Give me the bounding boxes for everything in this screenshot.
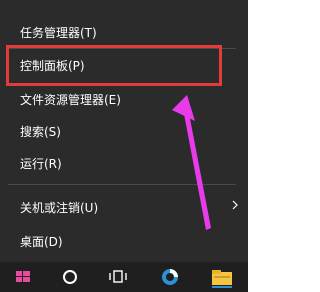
task-view-icon[interactable]: [98, 262, 138, 292]
file-explorer-icon[interactable]: [202, 262, 242, 292]
menu-item-shutdown-signout[interactable]: 关机或注销(U): [20, 197, 98, 219]
screenshot-stage: 任务管理器(T) 控制面板(P) 文件资源管理器(E) 搜索(S) 运行(R) …: [0, 0, 248, 292]
menu-item-task-manager[interactable]: 任务管理器(T): [20, 22, 97, 44]
cortana-circle-icon[interactable]: [51, 262, 91, 292]
menu-item-desktop[interactable]: 桌面(D): [20, 231, 63, 253]
browser-icon[interactable]: [150, 262, 190, 292]
chevron-right-icon: [232, 200, 238, 210]
menu-item-search[interactable]: 搜索(S): [20, 121, 61, 143]
winx-context-menu: 任务管理器(T) 控制面板(P) 文件资源管理器(E) 搜索(S) 运行(R) …: [0, 0, 248, 262]
windows-start-icon[interactable]: [4, 262, 44, 292]
menu-separator: [8, 184, 236, 185]
highlight-box: [6, 45, 222, 86]
menu-item-run[interactable]: 运行(R): [20, 153, 62, 175]
menu-item-file-explorer[interactable]: 文件资源管理器(E): [20, 89, 121, 111]
taskbar: [0, 262, 248, 292]
